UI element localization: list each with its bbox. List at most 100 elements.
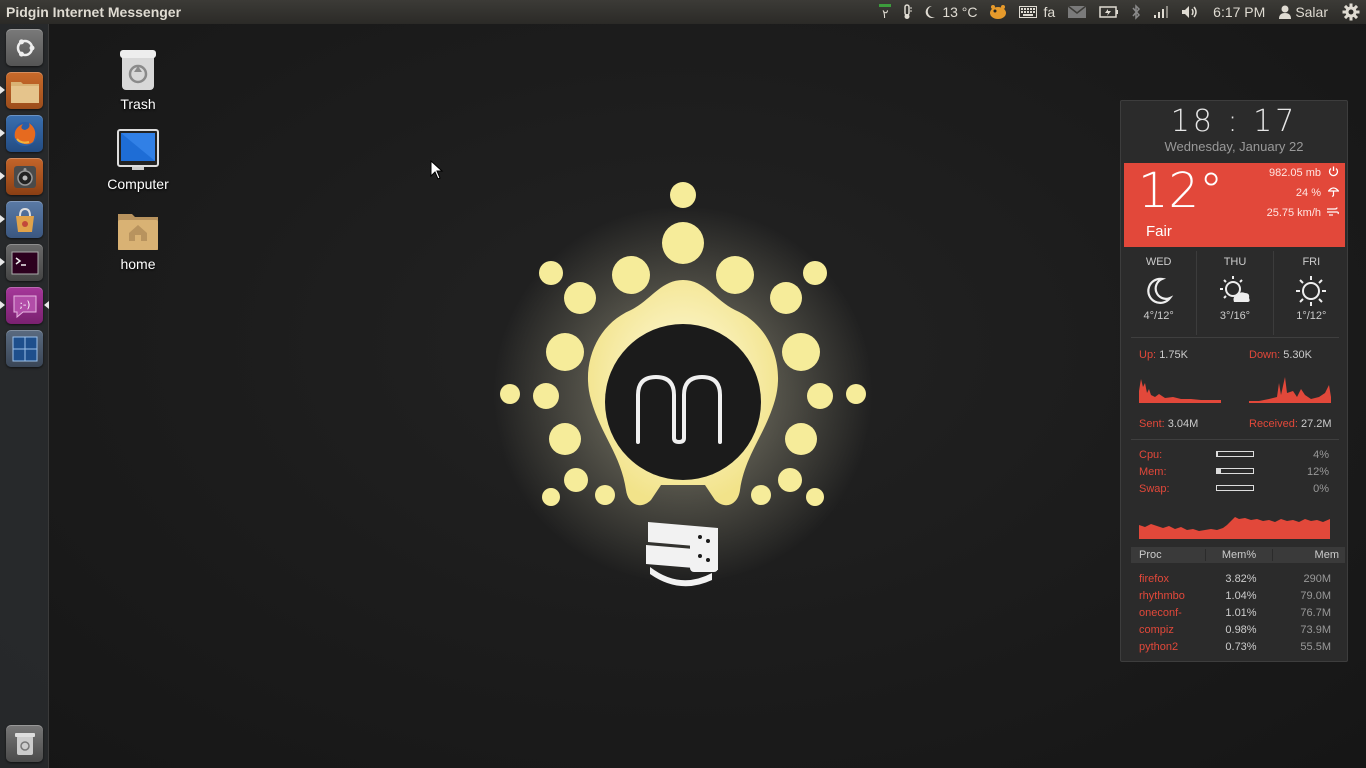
net-up-label: Up:	[1139, 349, 1157, 361]
upload-graph	[1139, 379, 1221, 403]
bluetooth-icon[interactable]	[1125, 0, 1147, 24]
forecast-day: FRI 1°/12°	[1272, 251, 1349, 335]
desktop-icon-label: Computer	[107, 176, 169, 192]
process-name: firefox	[1139, 573, 1169, 585]
swap-label: Swap:	[1139, 483, 1170, 495]
conky-clock: 18 : 17	[1170, 104, 1298, 139]
keyboard-number-indicator[interactable]: ٢	[874, 0, 896, 24]
forecast-day: WED 4°/12°	[1121, 251, 1196, 335]
volume-icon[interactable]	[1175, 0, 1205, 24]
wind-icon	[1327, 206, 1339, 220]
process-mem: 73.9M	[1300, 624, 1331, 636]
user-menu[interactable]: Salar	[1273, 0, 1334, 24]
cpu-usage-bar	[1216, 451, 1254, 457]
weather-condition: Fair	[1146, 223, 1172, 240]
launcher-firefox[interactable]	[6, 115, 43, 152]
user-icon	[1279, 5, 1292, 19]
net-down: Down: 5.30K	[1249, 349, 1312, 361]
launcher-files[interactable]	[6, 72, 43, 109]
swap-value: 0%	[1313, 483, 1329, 495]
speaker-icon	[13, 165, 36, 188]
desktop-icon-label: Trash	[120, 96, 156, 112]
column-header-mem: Mem	[1314, 549, 1339, 561]
mem-label: Mem:	[1139, 466, 1167, 478]
desktop-icon-computer[interactable]: Computer	[98, 128, 178, 192]
keyboard-layout-label: fa	[1043, 4, 1056, 20]
forecast-range: 4°/12°	[1143, 310, 1174, 322]
launcher-terminal[interactable]	[6, 244, 43, 281]
cpu-bar-fill	[1217, 452, 1219, 456]
process-mem-pct: 3.82%	[1225, 573, 1257, 585]
process-row: python2 0.73% 55.5M	[1139, 641, 1331, 653]
umbrella-icon	[1327, 186, 1340, 200]
mail-icon[interactable]	[1061, 0, 1093, 24]
desktop-icon-home[interactable]: home	[98, 208, 178, 272]
sun-icon	[1294, 274, 1328, 308]
launcher-rhythmbox[interactable]	[6, 158, 43, 195]
launcher-pidgin[interactable]: ;-)	[6, 287, 43, 324]
launcher-trash[interactable]	[6, 725, 43, 762]
svg-text:;-): ;-)	[19, 300, 30, 311]
forecast-day: THU 3°/16°	[1196, 251, 1272, 335]
battery-icon[interactable]	[1093, 0, 1125, 24]
thermometer-icon[interactable]	[896, 0, 918, 24]
home-folder-icon	[116, 208, 160, 252]
running-indicator	[0, 129, 5, 137]
net-sent-value: 3.04M	[1167, 418, 1199, 430]
network-signal-icon[interactable]	[1147, 0, 1175, 24]
keyboard-layout-indicator[interactable]: fa	[1013, 0, 1061, 24]
ubuntu-logo-icon	[16, 38, 34, 57]
mem-value: 12%	[1306, 466, 1329, 478]
top-panel: Pidgin Internet Messenger ٢ 13 °C fa 6:1…	[0, 0, 1366, 24]
launcher-software-center[interactable]	[6, 201, 43, 238]
forecast-day-name: THU	[1223, 256, 1247, 268]
download-graph	[1249, 377, 1331, 403]
current-temperature: 12°	[1138, 163, 1224, 219]
weather-indicator[interactable]: 13 °C	[918, 0, 983, 24]
wallpaper-lightbulb	[493, 182, 873, 587]
launcher: ;-)	[0, 24, 49, 768]
running-indicator	[0, 86, 5, 94]
workspaces-icon	[12, 336, 37, 361]
column-header-proc: Proc	[1139, 549, 1162, 561]
net-received-value: 27.2M	[1300, 418, 1332, 430]
keyboard-icon	[1019, 6, 1038, 18]
terminal-icon	[11, 251, 38, 274]
desktop-icon-label: home	[120, 256, 156, 272]
forecast-range: 1°/12°	[1296, 310, 1327, 322]
pressure-value: 982.05 mb	[1269, 167, 1321, 179]
cpu-history-graph	[1139, 517, 1330, 539]
app-title: Pidgin Internet Messenger	[6, 4, 182, 20]
forecast-range: 3°/16°	[1219, 310, 1251, 322]
moon-icon	[1142, 274, 1176, 308]
mouse-cursor	[430, 160, 444, 180]
column-header-mem-pct: Mem%	[1205, 549, 1273, 561]
running-indicator	[0, 301, 5, 309]
monitor-icon	[116, 128, 160, 172]
launcher-workspace-switcher[interactable]	[6, 330, 43, 367]
folder-icon	[10, 81, 39, 103]
current-weather: 12° Fair 982.05 mb 24 % 25.75 km/h	[1124, 163, 1345, 247]
net-sent: Sent: 3.04M	[1139, 418, 1198, 430]
shopping-bag-icon	[15, 207, 34, 232]
trash-icon	[14, 732, 35, 755]
gear-icon[interactable]	[1334, 0, 1366, 24]
running-indicator	[0, 172, 5, 180]
hamster-icon[interactable]	[983, 0, 1013, 24]
process-mem: 79.0M	[1300, 590, 1331, 602]
process-name: oneconf-	[1139, 607, 1182, 619]
panel-clock[interactable]: 6:17 PM	[1205, 0, 1273, 24]
weather-forecast: WED 4°/12° THU 3°/16° FRI 1°/12°	[1121, 251, 1349, 335]
humidity-value: 24 %	[1295, 187, 1321, 199]
moon-icon	[926, 5, 936, 18]
indicator-area: ٢ 13 °C fa 6:17 PM Salar	[874, 0, 1366, 24]
sun-cloud-icon	[1218, 274, 1252, 308]
launcher-dash-home[interactable]	[6, 29, 43, 66]
process-name: rhythmbo	[1139, 590, 1185, 602]
net-up-value: 1.75K	[1159, 349, 1188, 361]
desktop-icon-trash[interactable]: Trash	[98, 48, 178, 112]
divider	[1131, 337, 1339, 338]
mem-bar-fill	[1217, 469, 1222, 473]
process-mem: 290M	[1303, 573, 1331, 585]
wind-value: 25.75 km/h	[1266, 207, 1321, 219]
